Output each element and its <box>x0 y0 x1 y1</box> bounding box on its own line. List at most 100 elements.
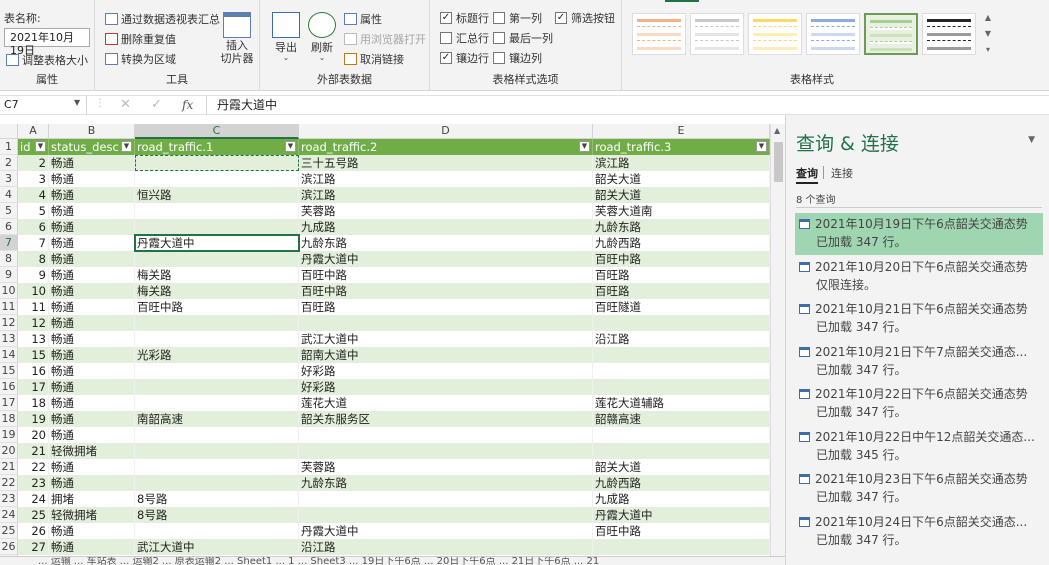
table-cell[interactable]: 畅通 <box>49 379 135 395</box>
table-cell[interactable]: 梅关路 <box>135 283 299 299</box>
table-cell[interactable]: 畅通 <box>49 523 135 539</box>
table-cell[interactable]: 畅通 <box>49 395 135 411</box>
table-cell[interactable] <box>135 331 299 347</box>
row-header[interactable]: 10 <box>0 283 18 299</box>
gallery-scroll[interactable]: ▲ ▼ ▾ <box>982 10 994 60</box>
open-in-browser-button[interactable]: 用浏览器打开 <box>344 31 426 47</box>
table-cell[interactable] <box>593 443 770 459</box>
table-cell[interactable]: 丹霞大道中 <box>299 251 593 267</box>
table-cell[interactable]: 韶南大道中 <box>299 347 593 363</box>
row-header[interactable]: 1 <box>0 139 18 155</box>
scroll-thumb[interactable] <box>774 142 783 182</box>
table-cell[interactable]: 轻微拥堵 <box>49 443 135 459</box>
row-header[interactable]: 2 <box>0 155 18 171</box>
row-header[interactable]: 16 <box>0 379 18 395</box>
column-header[interactable]: A <box>18 124 49 139</box>
row-header[interactable]: 26 <box>0 539 18 555</box>
row-header[interactable]: 20 <box>0 443 18 459</box>
table-cell[interactable]: 畅通 <box>49 187 135 203</box>
table-cell[interactable]: 13 <box>18 331 49 347</box>
sheet-tabs-text[interactable]: ... 运输 ... 车站表 ... 运输2 ... 原表运输2 ... She… <box>0 557 599 565</box>
table-cell[interactable] <box>299 491 593 507</box>
table-cell[interactable]: 畅通 <box>49 203 135 219</box>
query-item[interactable]: 2021年10月20日下午6点韶关交通态势 仅限连接。 <box>795 256 1043 298</box>
table-cell[interactable]: 8 <box>18 251 49 267</box>
table-cell[interactable]: 8号路 <box>135 507 299 523</box>
insert-function-button[interactable]: fx <box>182 98 193 112</box>
table-cell[interactable]: 丹霞大道中 <box>134 234 300 252</box>
banded-columns-checkbox[interactable]: 镶边列 <box>493 50 542 66</box>
table-cell[interactable]: 轻微拥堵 <box>49 507 135 523</box>
table-cell[interactable] <box>135 459 299 475</box>
table-cell[interactable] <box>593 539 770 555</box>
table-cell[interactable]: 27 <box>18 539 49 555</box>
table-cell[interactable]: 百旺隧道 <box>593 299 770 315</box>
table-cell[interactable]: 百旺路 <box>299 299 593 315</box>
table-cell[interactable]: 4 <box>18 187 49 203</box>
table-cell[interactable]: 畅通 <box>49 459 135 475</box>
row-header[interactable]: 15 <box>0 363 18 379</box>
table-cell[interactable]: 畅通 <box>49 315 135 331</box>
vertical-scrollbar[interactable]: ▲ <box>770 124 785 565</box>
row-header[interactable]: 17 <box>0 395 18 411</box>
table-cell[interactable]: 武江大道中 <box>299 331 593 347</box>
row-header[interactable]: 11 <box>0 299 18 315</box>
row-header[interactable]: 4 <box>0 187 18 203</box>
row-header[interactable]: 23 <box>0 491 18 507</box>
total-row-checkbox[interactable]: 汇总行 <box>440 30 489 46</box>
table-style-option[interactable] <box>632 13 686 55</box>
row-header[interactable]: 24 <box>0 507 18 523</box>
table-cell[interactable]: 百旺路 <box>593 283 770 299</box>
gallery-up-icon[interactable]: ▲ <box>982 10 994 26</box>
table-cell[interactable]: 畅通 <box>49 251 135 267</box>
table-cell[interactable] <box>593 427 770 443</box>
table-cell[interactable]: 11 <box>18 299 49 315</box>
remove-duplicates-button[interactable]: 删除重复值 <box>105 31 176 47</box>
row-header[interactable]: 6 <box>0 219 18 235</box>
tab-queries[interactable]: 查询 <box>796 165 818 184</box>
table-cell[interactable]: 三十五号路 <box>299 155 593 171</box>
table-cell[interactable]: 7 <box>18 235 49 251</box>
row-header[interactable]: 13 <box>0 331 18 347</box>
unlink-button[interactable]: 取消链接 <box>344 51 404 67</box>
row-header[interactable]: 18 <box>0 411 18 427</box>
table-cell[interactable]: 畅通 <box>49 235 135 251</box>
gallery-down-icon[interactable]: ▼ <box>982 26 994 42</box>
name-box-dropdown-icon[interactable]: ▼ <box>74 98 80 107</box>
table-cell[interactable]: 九龄西路 <box>593 475 770 491</box>
table-cell[interactable]: 20 <box>18 427 49 443</box>
table-cell[interactable]: 韶关大道 <box>593 171 770 187</box>
table-cell[interactable] <box>135 443 299 459</box>
table-header-cell[interactable]: id ▼ <box>18 139 49 155</box>
table-cell[interactable]: 畅通 <box>49 539 135 555</box>
table-cell[interactable] <box>135 475 299 491</box>
table-cell[interactable] <box>299 427 593 443</box>
export-button[interactable]: 导出 ⌄ <box>268 10 304 66</box>
table-cell[interactable]: 沿江路 <box>593 331 770 347</box>
table-cell[interactable]: 百旺中路 <box>593 523 770 539</box>
table-cell[interactable]: 百旺中路 <box>299 283 593 299</box>
table-cell[interactable]: 韶赣高速 <box>593 411 770 427</box>
table-header-cell[interactable]: status_desc ▼ <box>49 139 135 155</box>
table-cell[interactable]: 畅通 <box>49 411 135 427</box>
table-cell[interactable]: 畅通 <box>49 267 135 283</box>
table-cell[interactable] <box>299 507 593 523</box>
table-name-input[interactable]: 2021年10月19日 <box>4 28 90 57</box>
column-header[interactable]: D <box>299 124 593 139</box>
filter-dropdown-icon[interactable]: ▼ <box>121 141 132 152</box>
table-cell[interactable]: 6 <box>18 219 49 235</box>
table-cell[interactable]: 滨江路 <box>299 187 593 203</box>
table-cell[interactable]: 好彩路 <box>299 379 593 395</box>
table-header-cell[interactable]: road_traffic.1 ▼ <box>135 139 299 155</box>
select-all-corner[interactable] <box>0 124 18 139</box>
row-header[interactable]: 14 <box>0 347 18 363</box>
worksheet-grid[interactable]: ABCDE 1 id ▼ status_desc ▼ road_traffic.1 ▼ roa… <box>0 124 770 565</box>
table-cell[interactable]: 21 <box>18 443 49 459</box>
table-cell[interactable]: 畅通 <box>49 299 135 315</box>
table-cell[interactable]: 丹霞大道中 <box>593 507 770 523</box>
sheet-tabs-bar[interactable]: ... 运输 ... 车站表 ... 运输2 ... 原表运输2 ... She… <box>0 556 785 565</box>
convert-to-range-button[interactable]: 转换为区域 <box>105 51 176 67</box>
filter-dropdown-icon[interactable]: ▼ <box>285 141 296 152</box>
query-item[interactable]: 2021年10月22日中午12点韶关交通态... 已加载 345 行。 <box>795 426 1043 468</box>
resize-table-button[interactable]: 调整表格大小 <box>6 52 88 68</box>
